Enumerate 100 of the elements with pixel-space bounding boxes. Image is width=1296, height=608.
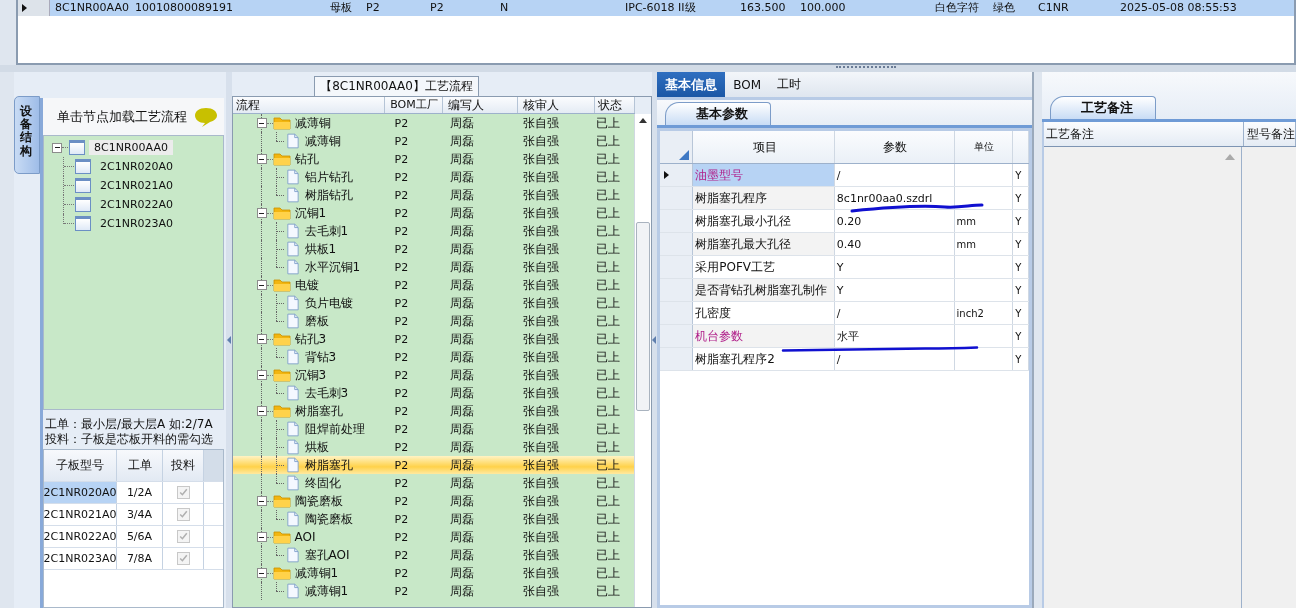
document-icon (286, 187, 299, 203)
window-icon (75, 178, 91, 193)
table-cell-text: 张自强 (521, 510, 560, 528)
tree-row[interactable]: 塞孔AOI P2 周磊 张自强 已上 (232, 546, 634, 564)
tree-row[interactable]: 钻孔 P2 周磊 张自强 已上 (232, 150, 634, 168)
collapse-icon[interactable] (256, 154, 267, 164)
table-cell: 孔密度 (693, 302, 835, 324)
tree-row[interactable]: 磨板 P2 周磊 张自强 已上 (232, 312, 634, 330)
column-header[interactable]: 状态 (595, 97, 635, 113)
tree-row[interactable]: 减薄铜 P2 周磊 张自强 已上 (232, 132, 634, 150)
table-cell-text: 张自强 (521, 132, 560, 150)
tree-row[interactable]: AOI P2 周磊 张自强 已上 (232, 528, 634, 546)
tree-item[interactable]: 2C1NR023A0 (95, 216, 179, 231)
tree-row[interactable]: 负片电镀 P2 周磊 张自强 已上 (232, 294, 634, 312)
table-cell[interactable]: Y (834, 256, 955, 278)
column-header[interactable]: 流程 (232, 97, 386, 113)
collapse-icon[interactable] (256, 334, 267, 344)
side-tab[interactable]: 设备结构 (14, 96, 40, 174)
tree-row[interactable]: 阻焊前处理 P2 周磊 张自强 已上 (232, 420, 634, 438)
column-header[interactable]: 工单 (117, 450, 163, 481)
column-header[interactable]: 项目 (693, 131, 835, 163)
table-cell[interactable]: Y (834, 279, 955, 301)
folder-icon (272, 404, 291, 418)
table-cell-text: 已上 (594, 222, 621, 240)
table-cell-text: P2 (393, 278, 410, 292)
collapse-icon[interactable] (256, 532, 267, 542)
tab[interactable]: 工时 (769, 72, 810, 97)
document-icon (286, 259, 299, 275)
table-cell[interactable]: 0.20 (834, 210, 955, 232)
table-cell-text: 周磊 (448, 186, 475, 204)
column-header[interactable]: 子板型号 (44, 450, 117, 481)
tree-item[interactable]: 8C1NR00AA0 (89, 140, 173, 155)
tree-item[interactable]: 2C1NR021A0 (95, 178, 179, 193)
tree-row[interactable]: 树脂塞孔 P2 周磊 张自强 已上 (232, 402, 634, 420)
tree-row[interactable]: 铝片钻孔 P2 周磊 张自强 已上 (232, 168, 634, 186)
tree-row[interactable]: 树脂塞孔 P2 周磊 张自强 已上 (232, 456, 634, 474)
tree-row[interactable]: 水平沉铜1 P2 周磊 张自强 已上 (232, 258, 634, 276)
table-cell-text: 已上 (594, 240, 621, 258)
table-cell[interactable]: 2C1NR021A0 (44, 504, 117, 525)
tree-item[interactable]: 2C1NR020A0 (95, 159, 179, 174)
sub-tab[interactable]: 基本参数 (665, 102, 772, 125)
column-header[interactable]: 型号备注 (1244, 122, 1296, 146)
column-header[interactable]: 单位 (954, 131, 1014, 163)
table-cell[interactable]: 2C1NR022A0 (44, 526, 117, 547)
checkbox[interactable] (176, 552, 190, 565)
table-cell[interactable]: / (834, 302, 955, 324)
sub-tab[interactable]: 工艺备注 (1050, 96, 1156, 119)
tree-row[interactable]: 沉铜1 P2 周磊 张自强 已上 (232, 204, 634, 222)
column-header[interactable]: BOM工厂 (385, 97, 444, 113)
step-name: 终固化 (304, 474, 341, 492)
tree-row[interactable]: 去毛刺3 P2 周磊 张自强 已上 (232, 384, 634, 402)
table-cell[interactable]: / (834, 348, 955, 370)
tree-row[interactable]: 沉铜3 P2 周磊 张自强 已上 (232, 366, 634, 384)
collapse-icon[interactable] (256, 118, 267, 128)
tree-item[interactable]: 2C1NR022A0 (95, 197, 179, 212)
tree-row[interactable]: 终固化 P2 周磊 张自强 已上 (232, 474, 634, 492)
table-cell[interactable]: / (834, 164, 955, 186)
tree-row[interactable]: 树脂钻孔 P2 周磊 张自强 已上 (232, 186, 634, 204)
tree-row[interactable]: 陶瓷磨板 P2 周磊 张自强 已上 (232, 510, 634, 528)
checkbox[interactable] (176, 508, 190, 521)
table-cell[interactable]: 0.40 (834, 233, 955, 255)
table-cell[interactable]: 2C1NR020A0 (44, 482, 117, 503)
checkbox[interactable] (176, 530, 190, 543)
column-header[interactable]: 工艺备注 (1044, 122, 1244, 146)
tree-row[interactable]: 减薄铜1 P2 周磊 张自强 已上 (232, 582, 634, 600)
collapse-icon[interactable] (256, 208, 267, 218)
row-header[interactable] (660, 164, 694, 186)
tree-row[interactable]: 陶瓷磨板 P2 周磊 张自强 已上 (232, 492, 634, 510)
column-header[interactable]: 编写人 (443, 97, 519, 113)
table-cell-text: P2 (429, 1, 445, 15)
collapse-icon[interactable] (256, 496, 267, 506)
collapse-icon[interactable] (256, 568, 267, 578)
document-icon (286, 547, 299, 563)
column-header[interactable]: 参数 (834, 131, 955, 163)
collapse-icon[interactable] (256, 370, 267, 380)
table-cell-text: 张自强 (521, 348, 560, 366)
tree-row[interactable]: 减薄铜 P2 周磊 张自强 已上 (232, 114, 634, 132)
collapse-icon[interactable] (256, 280, 267, 290)
checkbox[interactable] (176, 486, 190, 499)
table-cell[interactable]: 水平 (834, 325, 955, 347)
tree-row[interactable]: 电镀 P2 周磊 张自强 已上 (232, 276, 634, 294)
scroll-up-icon[interactable] (638, 118, 647, 123)
table-cell[interactable]: 2C1NR023A0 (44, 548, 117, 569)
tab[interactable]: BOM (725, 72, 770, 97)
collapse-icon[interactable] (256, 406, 267, 416)
collapse-icon[interactable] (52, 142, 62, 153)
step-name: 树脂钻孔 (304, 186, 353, 204)
tree-row[interactable]: 烘板1 P2 周磊 张自强 已上 (232, 240, 634, 258)
tree-row[interactable]: 钻孔3 P2 周磊 张自强 已上 (232, 330, 634, 348)
table-cell-text: P2 (393, 116, 410, 130)
column-header[interactable]: 核审人 (518, 97, 596, 113)
table-cell-text: 已上 (594, 564, 621, 582)
tree-row[interactable]: 背钻3 P2 周磊 张自强 已上 (232, 348, 634, 366)
table-cell[interactable]: 8c1nr00aa0.szdrl (834, 187, 955, 209)
tree-row[interactable]: 去毛刺1 P2 周磊 张自强 已上 (232, 222, 634, 240)
scroll-thumb[interactable] (635, 222, 650, 411)
record-row[interactable]: 8C1NR00AA0 10010800089191 母板 P2 P2 N IPC-6018 II级 163.500 100.000 白色字符 绿色 C1NR 2025-05-08 08:55:53 (18, 0, 1294, 16)
tab[interactable]: 基本信息 (657, 72, 726, 97)
table-cell-text: 周磊 (448, 582, 475, 600)
tree-row[interactable]: 减薄铜1 P2 周磊 张自强 已上 (232, 564, 634, 582)
